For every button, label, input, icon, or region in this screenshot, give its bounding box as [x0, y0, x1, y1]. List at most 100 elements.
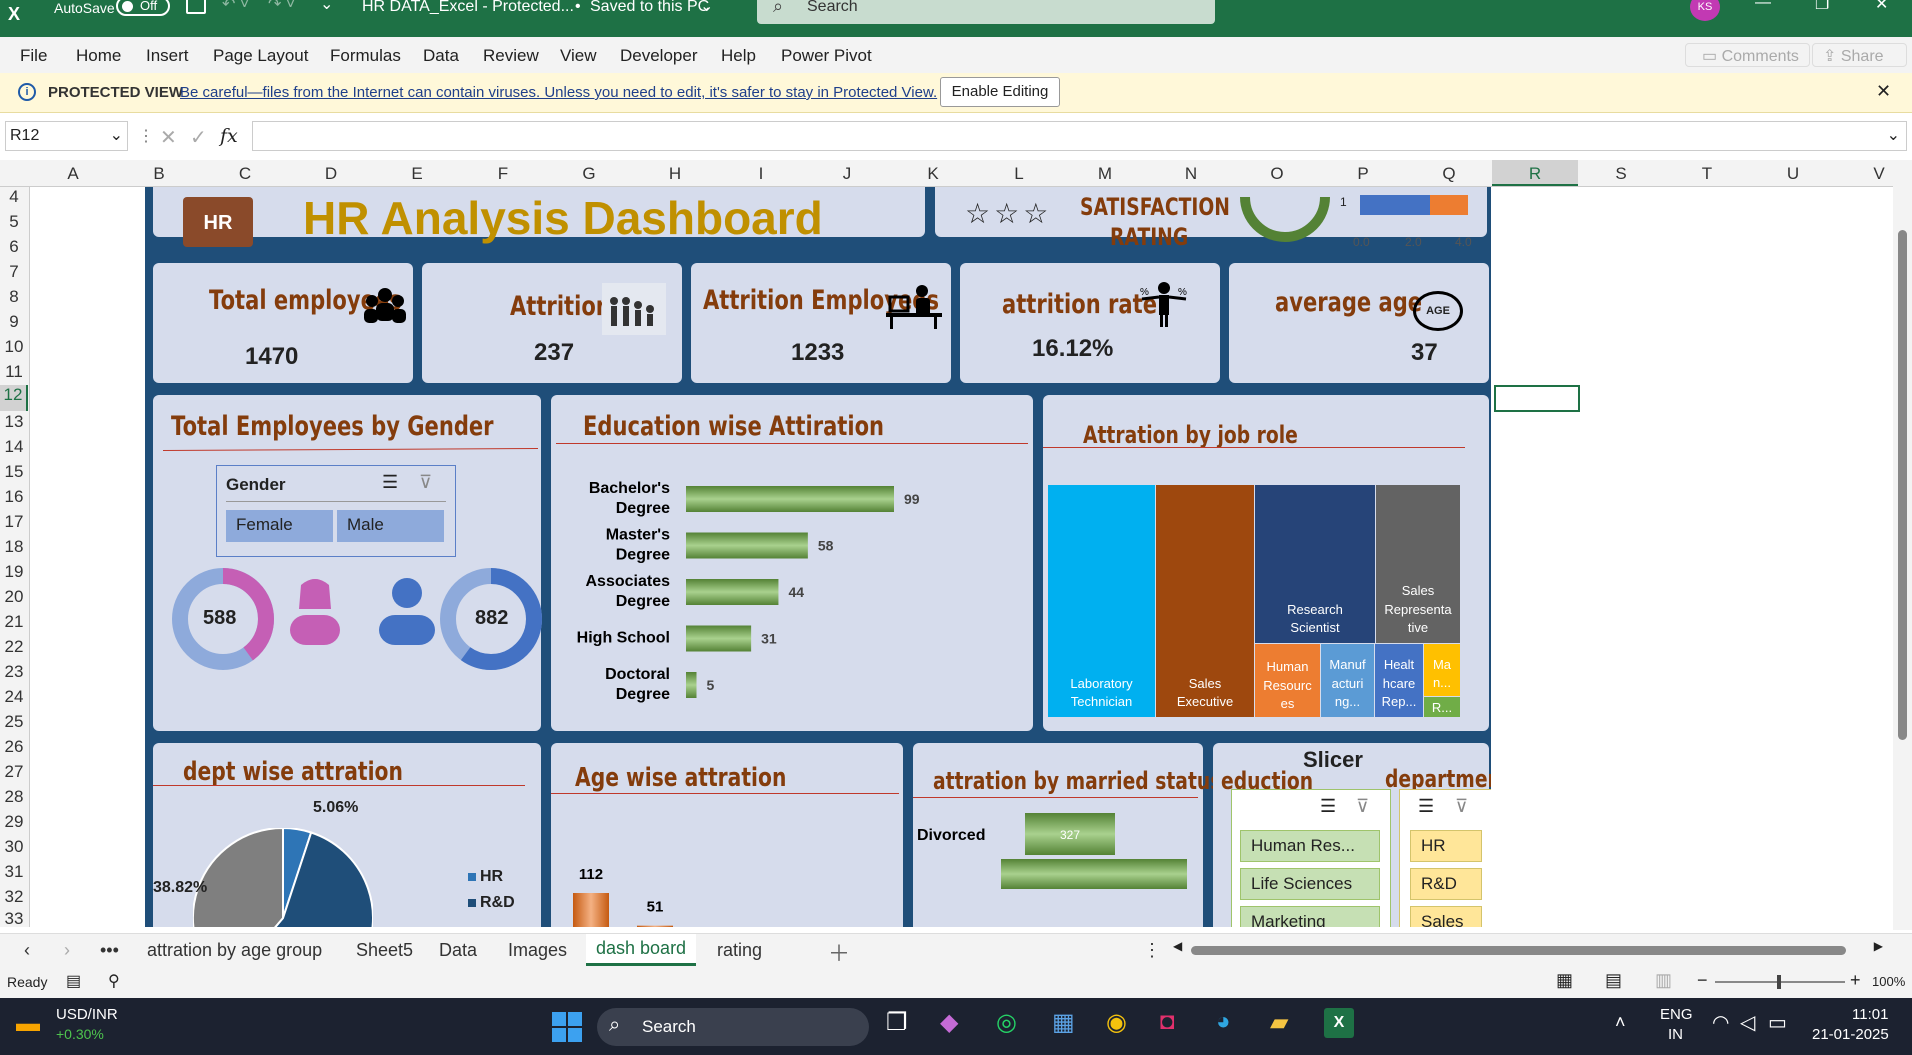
chevron-down-icon[interactable]: ⌄	[1887, 125, 1900, 145]
column-header[interactable]: F	[460, 164, 546, 184]
sheet-tab[interactable]: attration by age group	[147, 940, 322, 961]
autosave-toggle[interactable]: Off	[116, 0, 170, 16]
cancel-icon[interactable]: ✕	[160, 125, 177, 150]
column-header[interactable]: E	[374, 164, 460, 184]
chevron-down-icon[interactable]: ⌄	[110, 125, 123, 145]
row-header[interactable]: 7	[0, 262, 28, 282]
search-box[interactable]: ⌕ Search	[757, 0, 1215, 24]
slicer-item[interactable]: R&D	[1410, 868, 1482, 900]
column-header[interactable]: A	[30, 164, 116, 184]
slicer-item[interactable]: HR	[1410, 830, 1482, 862]
row-header[interactable]: 28	[0, 787, 28, 807]
row-header[interactable]: 16	[0, 487, 28, 507]
enter-icon[interactable]: ✓	[190, 125, 207, 150]
slicer-item[interactable]: Marketing	[1240, 906, 1380, 927]
cell-mode-icon[interactable]: ▤	[66, 971, 81, 991]
page-layout-view-icon[interactable]: ▤	[1605, 970, 1622, 991]
save-status[interactable]: Saved to this PC	[590, 0, 709, 16]
menu-home[interactable]: Home	[76, 46, 121, 66]
more-sheets-icon[interactable]: •••	[100, 940, 119, 961]
row-header[interactable]: 33	[0, 909, 28, 929]
menu-file[interactable]: File	[20, 46, 47, 66]
row-header[interactable]: 25	[0, 712, 28, 732]
column-header[interactable]: T	[1664, 164, 1750, 184]
file-name[interactable]: HR DATA_Excel - Protected...	[362, 0, 574, 16]
slicer-item[interactable]: Human Res...	[1240, 830, 1380, 862]
row-header[interactable]: 18	[0, 537, 28, 557]
redo-icon[interactable]: ↷ ˅	[268, 0, 295, 14]
whatsapp-icon[interactable]: ◎	[996, 1008, 1017, 1037]
clear-filter-icon[interactable]: ⊽	[1455, 796, 1468, 817]
formula-input[interactable]: ⌄	[252, 121, 1907, 151]
sheet-tab[interactable]: rating	[717, 940, 762, 961]
multi-select-icon[interactable]: ☰	[382, 472, 398, 493]
row-header[interactable]: 30	[0, 837, 28, 857]
instagram-icon[interactable]: ◘	[1160, 1008, 1175, 1036]
column-header[interactable]: J	[804, 164, 890, 184]
row-header[interactable]: 6	[0, 237, 28, 257]
minimize-icon[interactable]: —	[1755, 0, 1771, 12]
menu-power-pivot[interactable]: Power Pivot	[781, 46, 872, 66]
row-header[interactable]: 31	[0, 862, 28, 882]
clock-date[interactable]: 21-01-2025	[1812, 1026, 1889, 1043]
column-header[interactable]: G	[546, 164, 632, 184]
menu-page-layout[interactable]: Page Layout	[213, 46, 308, 66]
close-icon[interactable]: ✕	[1876, 81, 1891, 102]
edge-icon[interactable]: ◕	[1216, 1008, 1231, 1036]
volume-icon[interactable]: ◁	[1740, 1010, 1755, 1035]
column-header[interactable]: Q	[1406, 164, 1492, 184]
menu-view[interactable]: View	[560, 46, 597, 66]
clear-filter-icon[interactable]: ⊽	[419, 472, 432, 493]
column-header[interactable]: I	[718, 164, 804, 184]
row-header[interactable]: 15	[0, 462, 28, 482]
row-header[interactable]: 23	[0, 662, 28, 682]
excel-logo-icon[interactable]: X	[8, 4, 34, 26]
row-header[interactable]: 27	[0, 762, 28, 782]
chevron-down-icon[interactable]: ⌄	[700, 0, 713, 16]
comments-button[interactable]: ▭ Comments	[1685, 43, 1810, 67]
column-header[interactable]: S	[1578, 164, 1664, 184]
row-header[interactable]: 17	[0, 512, 28, 532]
row-header[interactable]: 32	[0, 887, 28, 907]
row-header-selected[interactable]: 12	[0, 385, 28, 411]
clear-filter-icon[interactable]: ⊽	[1356, 796, 1369, 817]
column-header[interactable]: H	[632, 164, 718, 184]
row-header[interactable]: 21	[0, 612, 28, 632]
copilot-icon[interactable]: ◆	[940, 1008, 958, 1037]
page-break-view-icon[interactable]: ▥	[1655, 970, 1672, 991]
share-button[interactable]: ⇪ Share	[1812, 43, 1907, 67]
excel-taskbar-icon[interactable]: X	[1324, 1008, 1354, 1038]
multi-select-icon[interactable]: ☰	[1418, 796, 1434, 817]
slicer-item[interactable]: Sales	[1410, 906, 1482, 927]
row-header[interactable]: 10	[0, 337, 28, 357]
column-header[interactable]: M	[1062, 164, 1148, 184]
row-header[interactable]: 4	[0, 187, 28, 207]
zoom-slider[interactable]	[1715, 975, 1845, 989]
row-header[interactable]: 29	[0, 812, 28, 832]
wifi-icon[interactable]: ◠	[1712, 1010, 1729, 1035]
column-header[interactable]: O	[1234, 164, 1320, 184]
slicer-item-female[interactable]: Female	[226, 510, 333, 542]
row-header[interactable]: 14	[0, 437, 28, 457]
menu-data[interactable]: Data	[423, 46, 459, 66]
menu-review[interactable]: Review	[483, 46, 539, 66]
row-header[interactable]: 8	[0, 287, 28, 307]
windows-start-icon[interactable]	[552, 1012, 582, 1042]
slicer-item-male[interactable]: Male	[337, 510, 444, 542]
row-header[interactable]: 19	[0, 562, 28, 582]
sheet-tab[interactable]: Sheet5	[356, 940, 413, 961]
file-explorer-icon[interactable]: ▰	[1270, 1008, 1288, 1037]
menu-help[interactable]: Help	[721, 46, 756, 66]
slicer-item[interactable]: Life Sciences	[1240, 868, 1380, 900]
more-icon[interactable]: ⋮	[138, 126, 154, 146]
row-header[interactable]: 24	[0, 687, 28, 707]
scroll-right-icon[interactable]: ›	[64, 940, 70, 961]
zoom-out-icon[interactable]: −	[1697, 970, 1708, 991]
insert-function-icon[interactable]: fx	[220, 125, 238, 147]
name-box[interactable]: R12 ⌄	[5, 121, 128, 151]
menu-insert[interactable]: Insert	[146, 46, 189, 66]
column-header[interactable]: B	[116, 164, 202, 184]
column-header[interactable]: L	[976, 164, 1062, 184]
scroll-left-icon[interactable]: ‹	[24, 940, 30, 961]
zoom-in-icon[interactable]: +	[1850, 970, 1861, 991]
